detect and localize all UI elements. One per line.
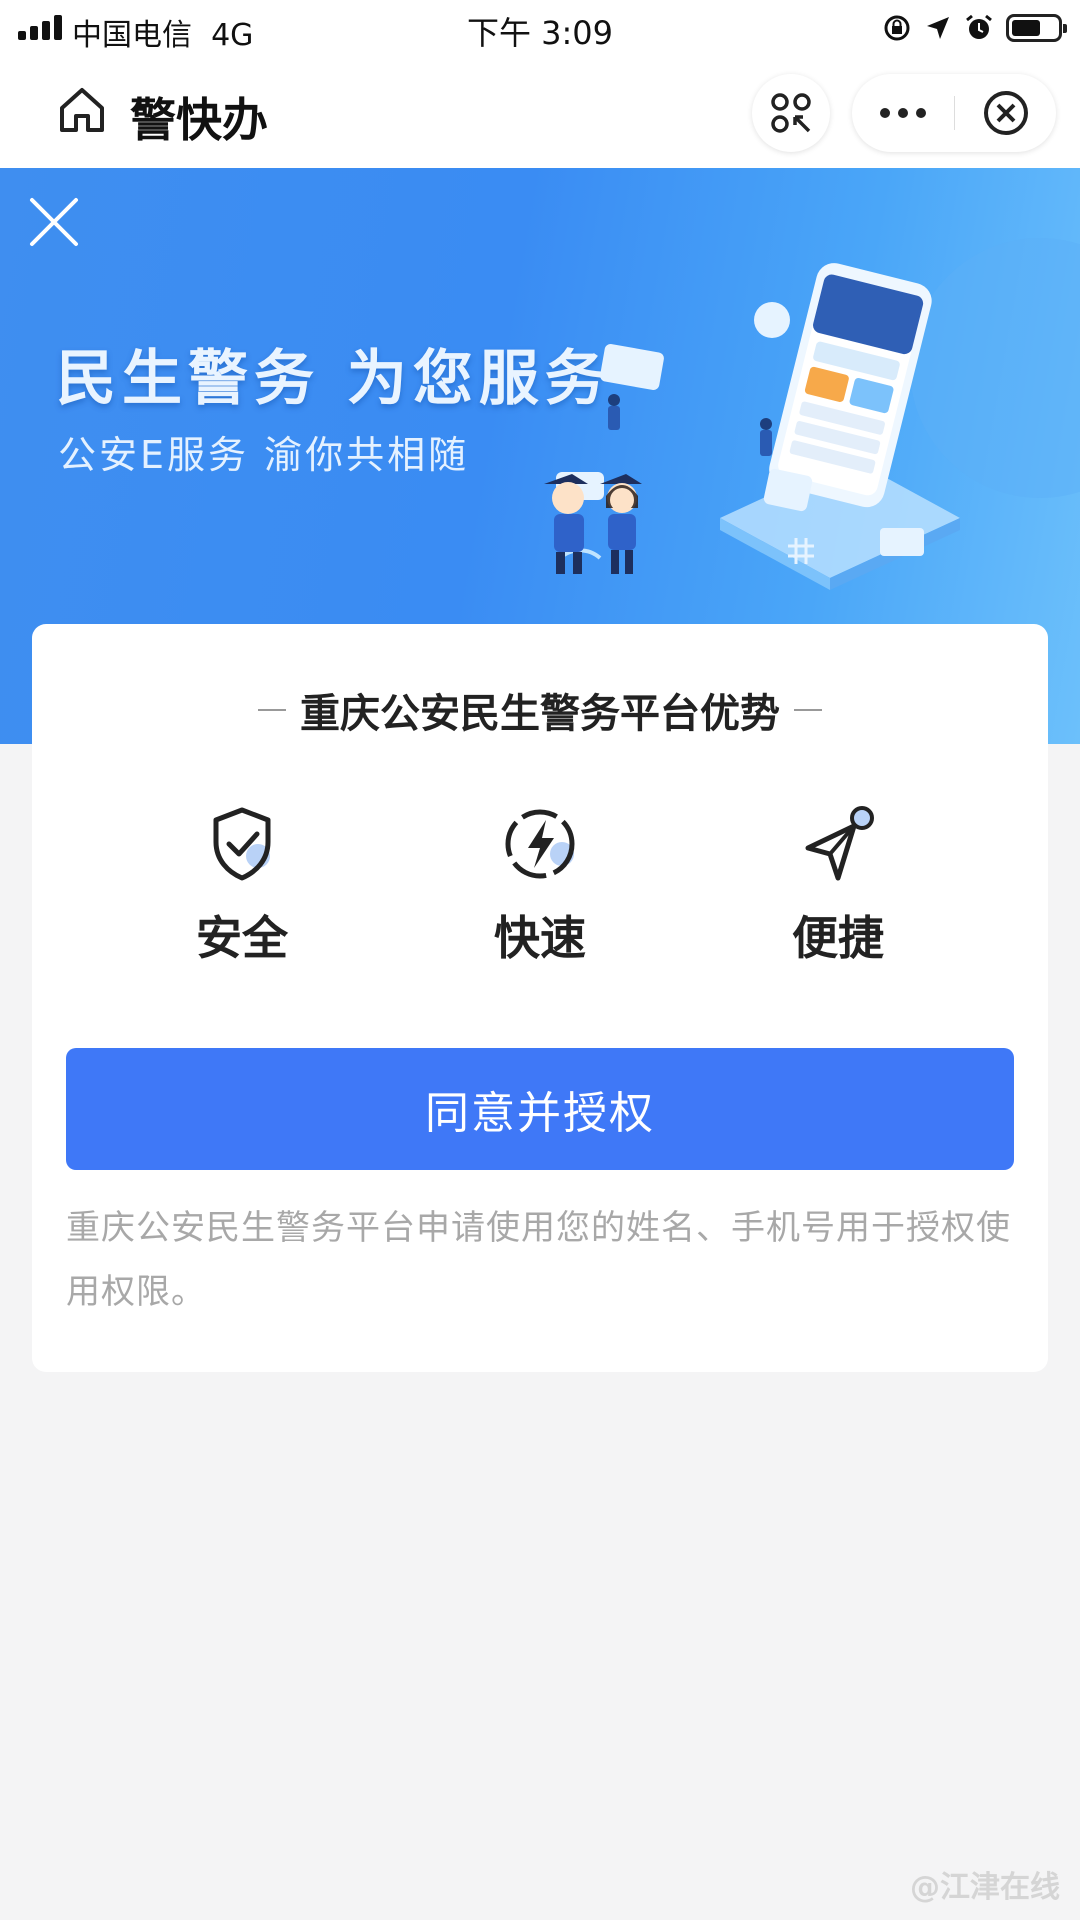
- mini-program-nav-bar: 警快办: [0, 56, 1080, 168]
- feature-list: 安全 快速 便捷: [32, 804, 1048, 974]
- close-icon[interactable]: [28, 196, 80, 248]
- feature-label: 便捷: [792, 911, 884, 965]
- heading-dash-left: [258, 709, 286, 711]
- scan-button[interactable]: [752, 74, 830, 152]
- close-circle-icon: [984, 91, 1028, 135]
- page-title: 警快办: [130, 93, 268, 147]
- feature-fast: 快速: [450, 804, 630, 974]
- battery-icon: [1006, 14, 1067, 42]
- authorization-disclaimer: 重庆公安民生警务平台申请使用您的姓名、手机号用于授权使用权限。: [66, 1208, 1011, 1312]
- capsule-menu: [852, 74, 1056, 152]
- feature-label: 快速: [494, 911, 586, 965]
- location-icon: [927, 17, 949, 39]
- lightning-icon: [505, 809, 575, 879]
- feature-label: 安全: [196, 911, 288, 965]
- paper-plane-icon: [805, 806, 874, 881]
- feature-safe: 安全: [152, 804, 332, 974]
- heading-dash-right: [794, 709, 822, 711]
- orientation-lock-icon: [884, 15, 910, 41]
- authorization-card: 重庆公安民生警务平台优势 安全 快速 便捷 同意并授权 重庆公安民生警务平台申请…: [32, 624, 1048, 1372]
- feature-convenient: 便捷: [748, 804, 928, 974]
- scan-icon: [771, 93, 811, 133]
- home-icon[interactable]: [56, 84, 108, 136]
- close-mini-program-button[interactable]: [956, 74, 1056, 152]
- police-mascots: [544, 474, 642, 574]
- shield-check-icon: [213, 807, 271, 881]
- card-heading-row: 重庆公安民生警务平台优势: [32, 680, 1048, 740]
- card-heading: 重庆公安民生警务平台优势: [300, 691, 780, 737]
- alarm-icon: [966, 14, 992, 39]
- watermark: @江津在线: [910, 1870, 1060, 1905]
- banner-subtitle: 公安E服务 渝你共相随: [58, 433, 470, 477]
- more-button[interactable]: [852, 74, 954, 152]
- status-icons: [882, 10, 1067, 46]
- status-bar: 中国电信 4G 下午 3:09: [0, 0, 1080, 56]
- more-icon: [880, 108, 926, 118]
- agree-authorize-button[interactable]: 同意并授权: [66, 1048, 1014, 1170]
- capsule-divider: [954, 96, 955, 130]
